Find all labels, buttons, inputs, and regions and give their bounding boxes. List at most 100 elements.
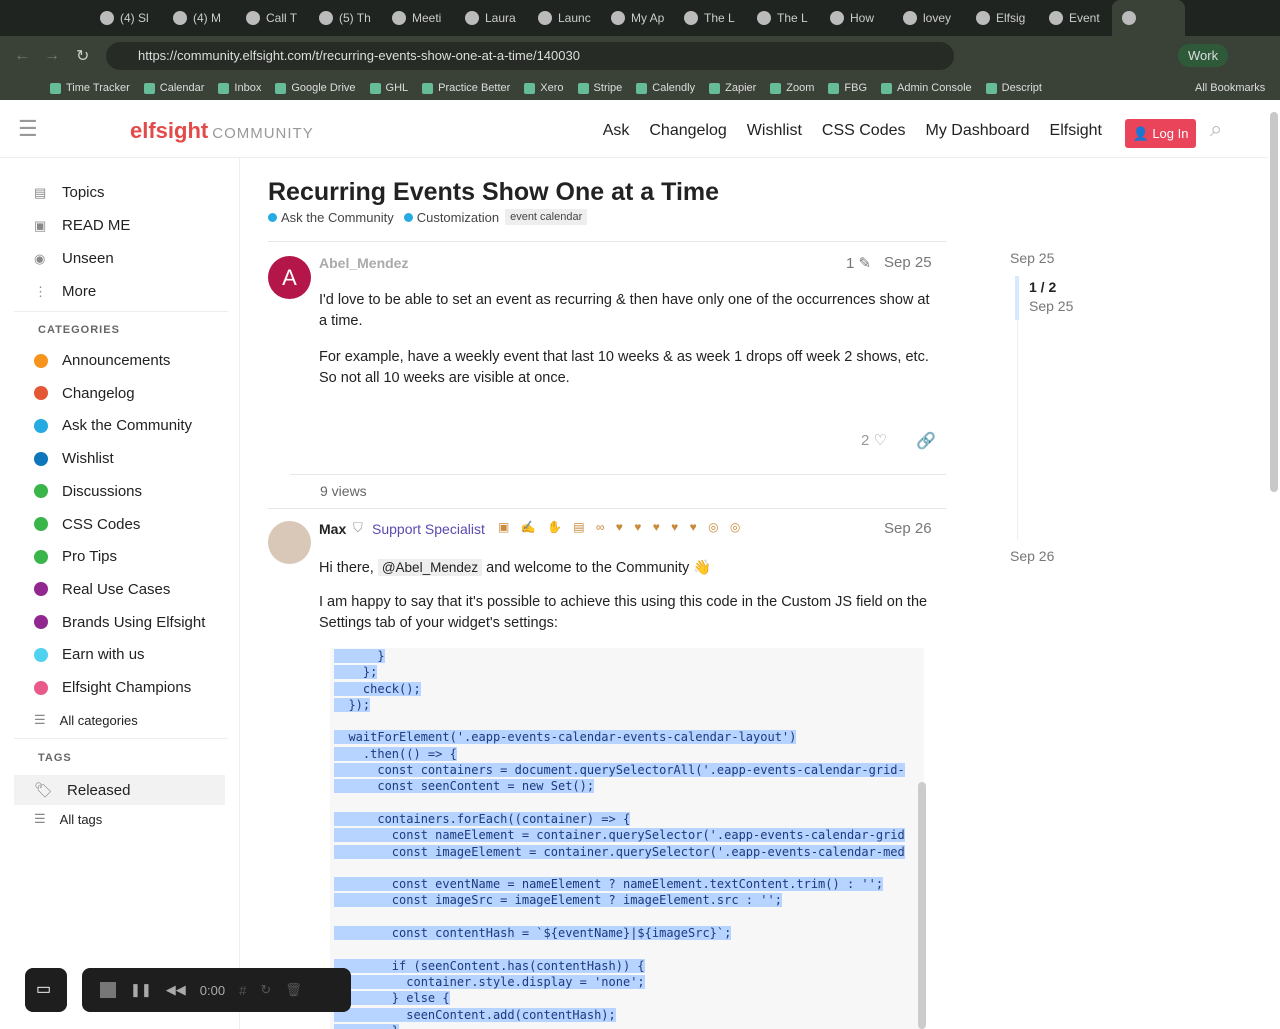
divider xyxy=(268,241,946,242)
all-categories-link[interactable]: ☰ All categories xyxy=(34,712,138,728)
tab-title: How xyxy=(850,11,875,25)
tab-title: Meeti xyxy=(412,11,442,25)
code-line: const contentHash = `${eventName}|${imag… xyxy=(330,925,924,941)
sidebar-item-unseen[interactable]: ◉ Unseen xyxy=(34,250,114,267)
timeline-track[interactable] xyxy=(1017,320,1018,540)
sidebar-item-topics[interactable]: ▤ Topics xyxy=(34,184,105,201)
bookmark[interactable]: Descript xyxy=(985,82,1042,94)
address-bar[interactable]: https://community.elfsight.com/t/recurri… xyxy=(106,42,954,70)
browser-tab[interactable]: Elfsig xyxy=(966,0,1039,36)
trash-icon[interactable]: 🗑 xyxy=(285,982,302,998)
all-bookmarks[interactable]: All Bookmarks xyxy=(1195,82,1265,94)
browser-tab[interactable]: The L xyxy=(747,0,820,36)
site-logo[interactable]: elfsight COMMUNITY xyxy=(130,118,314,144)
bookmark-icon xyxy=(275,82,287,94)
browser-tab[interactable]: lovey xyxy=(893,0,966,36)
timeline-position: 1 / 2 xyxy=(1029,279,1057,295)
rewind-icon[interactable]: ◀◀ xyxy=(166,982,186,998)
code-block[interactable]: } }; check(); }); waitForElement('.eapp-… xyxy=(330,648,924,1029)
like-button[interactable]: 2 ♡ xyxy=(861,431,887,449)
bookmark[interactable]: Inbox xyxy=(218,82,261,94)
bookmark[interactable]: Google Drive xyxy=(275,82,356,94)
sidebar-category[interactable]: Brands Using Elfsight xyxy=(34,614,205,631)
bookmark[interactable]: GHL xyxy=(369,82,408,94)
timeline-end[interactable]: Sep 26 xyxy=(1010,548,1054,564)
pause-icon[interactable]: ❚❚ xyxy=(130,982,152,998)
restart-icon[interactable]: ↻ xyxy=(260,982,271,998)
sidebar-category[interactable]: CSS Codes xyxy=(34,516,140,533)
nav-link-elfsight[interactable]: Elfsight xyxy=(1050,122,1102,140)
reload-icon[interactable]: ↻ xyxy=(76,46,89,66)
bookmark[interactable]: Zoom xyxy=(770,82,814,94)
hamburger-icon[interactable]: ☰ xyxy=(18,116,38,142)
search-icon[interactable]: ⌕ xyxy=(1210,116,1222,142)
post-author[interactable]: Abel_Mendez xyxy=(319,255,408,271)
subcategory-link[interactable]: Customization xyxy=(403,210,499,225)
sidebar-category[interactable]: Earn with us xyxy=(34,646,145,663)
code-text: check(); xyxy=(334,681,421,696)
bookmark[interactable]: Xero xyxy=(524,82,564,94)
browser-tab[interactable]: Launc xyxy=(528,0,601,36)
sidebar-category[interactable]: Discussions xyxy=(34,483,142,500)
nav-link-changelog[interactable]: Changelog xyxy=(649,122,726,140)
topic-tag[interactable]: event calendar xyxy=(505,209,588,225)
bookmark-icon xyxy=(985,82,997,94)
sidebar-item-read-me[interactable]: ▣ READ ME xyxy=(34,217,130,234)
browser-tab[interactable]: Laura xyxy=(455,0,528,36)
browser-tab[interactable] xyxy=(1112,0,1185,36)
profile-button[interactable]: Work xyxy=(1178,44,1229,67)
browser-tab[interactable]: The L xyxy=(674,0,747,36)
sidebar-category[interactable]: Announcements xyxy=(34,352,170,369)
all-tags-link[interactable]: ☰ All tags xyxy=(34,811,102,827)
link-icon[interactable]: 🔗 xyxy=(916,431,936,451)
bookmark[interactable]: Stripe xyxy=(577,82,622,94)
post-date[interactable]: Sep 25 xyxy=(884,254,932,271)
sidebar-category[interactable]: Real Use Cases xyxy=(34,581,170,598)
sidebar-category[interactable]: Ask the Community xyxy=(34,417,192,434)
browser-tab[interactable]: (5) Th xyxy=(309,0,382,36)
nav-link-wishlist[interactable]: Wishlist xyxy=(747,122,802,140)
camera-button[interactable]: ▭ xyxy=(25,968,67,1012)
page-scrollbar[interactable] xyxy=(1270,112,1278,492)
tags-heading[interactable]: TAGS xyxy=(38,752,72,764)
sidebar-category[interactable]: Changelog xyxy=(34,385,135,402)
bookmark[interactable]: Time Tracker xyxy=(50,82,130,94)
browser-tab[interactable]: My Ap xyxy=(601,0,674,36)
grid-icon[interactable]: # xyxy=(239,983,246,998)
sidebar-item-more[interactable]: ⋮ More xyxy=(34,283,96,300)
post-author[interactable]: Max xyxy=(319,521,346,537)
browser-tab[interactable]: Call T xyxy=(236,0,309,36)
nav-link-ask[interactable]: Ask xyxy=(603,122,630,140)
sidebar-tag[interactable]: 🏷 Released xyxy=(14,775,225,805)
bookmark[interactable]: FBG xyxy=(828,82,867,94)
browser-tab[interactable]: (4) Sl xyxy=(90,0,163,36)
avatar[interactable] xyxy=(268,521,311,564)
post-date[interactable]: Sep 26 xyxy=(884,520,932,537)
bookmark[interactable]: Admin Console xyxy=(881,82,972,94)
user-mention[interactable]: @Abel_Mendez xyxy=(377,559,483,576)
sidebar-category[interactable]: Elfsight Champions xyxy=(34,679,191,696)
sidebar-category[interactable]: Wishlist xyxy=(34,450,114,467)
timeline-handle[interactable] xyxy=(1015,276,1019,320)
bookmark[interactable]: Calendar xyxy=(143,82,204,94)
login-button[interactable]: 👤 Log In xyxy=(1125,119,1196,148)
avatar[interactable]: A xyxy=(268,256,311,299)
edit-count[interactable]: 1 ✎ xyxy=(846,254,871,272)
bookmark[interactable]: Calendly xyxy=(636,82,695,94)
browser-tab[interactable]: (4) M xyxy=(163,0,236,36)
categories-heading[interactable]: CATEGORIES xyxy=(38,324,120,336)
code-scrollbar[interactable] xyxy=(918,782,926,1029)
category-link[interactable]: Ask the Community xyxy=(268,210,394,225)
forward-icon[interactable]: → xyxy=(44,47,60,65)
timeline-start[interactable]: Sep 25 xyxy=(1010,250,1054,266)
browser-tab[interactable]: Event xyxy=(1039,0,1112,36)
back-icon[interactable]: ← xyxy=(14,47,30,65)
nav-link-css-codes[interactable]: CSS Codes xyxy=(822,122,906,140)
browser-tab[interactable]: Meeti xyxy=(382,0,455,36)
bookmark[interactable]: Practice Better xyxy=(422,82,510,94)
stop-icon[interactable] xyxy=(100,982,116,998)
nav-link-my-dashboard[interactable]: My Dashboard xyxy=(925,122,1029,140)
browser-tab[interactable]: How xyxy=(820,0,893,36)
bookmark[interactable]: Zapier xyxy=(709,82,756,94)
sidebar-category[interactable]: Pro Tips xyxy=(34,548,117,565)
